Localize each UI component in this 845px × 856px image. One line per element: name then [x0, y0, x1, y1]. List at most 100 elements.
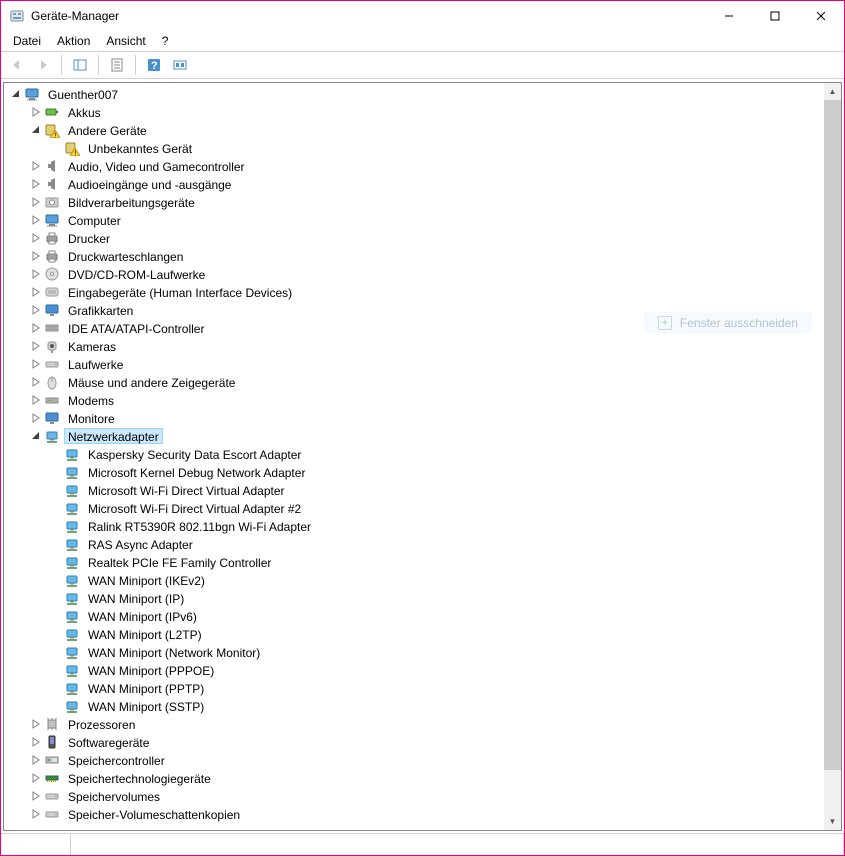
tree-item[interactable]: Audio, Video und Gamecontroller: [4, 157, 824, 175]
tree-item[interactable]: Kaspersky Security Data Escort Adapter: [4, 445, 824, 463]
tree-item[interactable]: Netzwerkadapter: [4, 427, 824, 445]
expand-arrow-icon[interactable]: [28, 356, 44, 372]
scroll-down-button[interactable]: ▼: [824, 813, 841, 830]
help-button[interactable]: ?: [142, 53, 166, 77]
expand-arrow-icon[interactable]: [28, 104, 44, 120]
back-button[interactable]: [5, 53, 29, 77]
expand-arrow-icon[interactable]: [28, 392, 44, 408]
tree-item-label[interactable]: Modems: [64, 392, 118, 408]
tree-item[interactable]: Unbekanntes Gerät: [4, 139, 824, 157]
tree-item-label[interactable]: Guenther007: [44, 86, 122, 102]
expand-arrow-icon[interactable]: [28, 320, 44, 336]
expand-arrow-icon[interactable]: [28, 230, 44, 246]
tree-item-label[interactable]: Eingabegeräte (Human Interface Devices): [64, 284, 296, 300]
forward-button[interactable]: [31, 53, 55, 77]
expand-arrow-icon[interactable]: [28, 212, 44, 228]
tree-item[interactable]: Andere Geräte: [4, 121, 824, 139]
tree-item-label[interactable]: Audio, Video und Gamecontroller: [64, 158, 249, 174]
tree-item-label[interactable]: WAN Miniport (L2TP): [84, 626, 206, 642]
tree-item-label[interactable]: Speicher-Volumeschattenkopien: [64, 806, 244, 822]
tree-item-label[interactable]: Kaspersky Security Data Escort Adapter: [84, 446, 305, 462]
expand-arrow-icon[interactable]: [28, 158, 44, 174]
tree-item-label[interactable]: Realtek PCIe FE Family Controller: [84, 554, 275, 570]
tree-item[interactable]: Microsoft Wi-Fi Direct Virtual Adapter: [4, 481, 824, 499]
show-hide-console-tree-button[interactable]: [68, 53, 92, 77]
tree-item-label[interactable]: Microsoft Wi-Fi Direct Virtual Adapter: [84, 482, 289, 498]
menu-view[interactable]: Ansicht: [98, 32, 153, 50]
tree-item[interactable]: Speichertechnologiegeräte: [4, 769, 824, 787]
expand-arrow-icon[interactable]: [28, 716, 44, 732]
expand-arrow-icon[interactable]: [28, 266, 44, 282]
menu-file[interactable]: Datei: [5, 32, 49, 50]
tree-item-label[interactable]: WAN Miniport (PPPOE): [84, 662, 218, 678]
tree-item[interactable]: RAS Async Adapter: [4, 535, 824, 553]
tree-item[interactable]: Druckwarteschlangen: [4, 247, 824, 265]
tree-item-label[interactable]: Druckwarteschlangen: [64, 248, 187, 264]
tree-item[interactable]: DVD/CD-ROM-Laufwerke: [4, 265, 824, 283]
expand-arrow-icon[interactable]: [28, 284, 44, 300]
tree-item[interactable]: Laufwerke: [4, 355, 824, 373]
tree-item[interactable]: WAN Miniport (IP): [4, 589, 824, 607]
tree-item-label[interactable]: Speichertechnologiegeräte: [64, 770, 215, 786]
tree-item-label[interactable]: WAN Miniport (Network Monitor): [84, 644, 264, 660]
tree-item[interactable]: Kameras: [4, 337, 824, 355]
tree-item-label[interactable]: Ralink RT5390R 802.11bgn Wi-Fi Adapter: [84, 518, 315, 534]
collapse-arrow-icon[interactable]: [8, 86, 24, 102]
tree-item[interactable]: Drucker: [4, 229, 824, 247]
tree-item-label[interactable]: WAN Miniport (SSTP): [84, 698, 208, 714]
tree-item[interactable]: Modems: [4, 391, 824, 409]
tree-item-label[interactable]: Kameras: [64, 338, 120, 354]
tree-item-label[interactable]: DVD/CD-ROM-Laufwerke: [64, 266, 209, 282]
expand-arrow-icon[interactable]: [28, 248, 44, 264]
tree-item-label[interactable]: Netzwerkadapter: [64, 428, 163, 444]
close-button[interactable]: [798, 1, 844, 31]
vertical-scrollbar[interactable]: ▲ ▼: [824, 83, 841, 830]
tree-item-label[interactable]: WAN Miniport (IKEv2): [84, 572, 209, 588]
tree-item-label[interactable]: RAS Async Adapter: [84, 536, 197, 552]
tree-item-label[interactable]: Andere Geräte: [64, 122, 151, 138]
expand-arrow-icon[interactable]: [28, 302, 44, 318]
scroll-track[interactable]: [824, 100, 841, 813]
tree-item-label[interactable]: Audioeingänge und -ausgänge: [64, 176, 235, 192]
tree-item-label[interactable]: Speichervolumes: [64, 788, 164, 804]
tree-item[interactable]: Speichercontroller: [4, 751, 824, 769]
tree-item-label[interactable]: Unbekanntes Gerät: [84, 140, 196, 156]
expand-arrow-icon[interactable]: [28, 806, 44, 822]
tree-item[interactable]: Eingabegeräte (Human Interface Devices): [4, 283, 824, 301]
tree-item-label[interactable]: WAN Miniport (IPv6): [84, 608, 201, 624]
tree-item-label[interactable]: Microsoft Wi-Fi Direct Virtual Adapter #…: [84, 500, 305, 516]
tree-item[interactable]: Bildverarbeitungsgeräte: [4, 193, 824, 211]
tree-item-label[interactable]: Laufwerke: [64, 356, 127, 372]
properties-button[interactable]: [105, 53, 129, 77]
expand-arrow-icon[interactable]: [28, 788, 44, 804]
tree-item-label[interactable]: Monitore: [64, 410, 119, 426]
tree-item[interactable]: Ralink RT5390R 802.11bgn Wi-Fi Adapter: [4, 517, 824, 535]
expand-arrow-icon[interactable]: [28, 770, 44, 786]
tree-item[interactable]: Speichervolumes: [4, 787, 824, 805]
tree-item[interactable]: Speicher-Volumeschattenkopien: [4, 805, 824, 823]
scroll-thumb[interactable]: [824, 100, 841, 770]
tree-item[interactable]: Computer: [4, 211, 824, 229]
tree-item-label[interactable]: WAN Miniport (PPTP): [84, 680, 208, 696]
tree-item-label[interactable]: Prozessoren: [64, 716, 139, 732]
expand-arrow-icon[interactable]: [28, 338, 44, 354]
expand-arrow-icon[interactable]: [28, 374, 44, 390]
menu-help[interactable]: ?: [154, 32, 177, 50]
tree-item[interactable]: Softwaregeräte: [4, 733, 824, 751]
scan-hardware-button[interactable]: [168, 53, 192, 77]
snip-overlay-hint[interactable]: + Fenster ausschneiden: [644, 312, 812, 334]
minimize-button[interactable]: [706, 1, 752, 31]
tree-item[interactable]: WAN Miniport (L2TP): [4, 625, 824, 643]
device-tree[interactable]: Guenther007AkkusAndere Geräte Unbekanntes…: [4, 83, 824, 830]
tree-item[interactable]: WAN Miniport (IKEv2): [4, 571, 824, 589]
tree-item[interactable]: Akkus: [4, 103, 824, 121]
tree-item[interactable]: Microsoft Wi-Fi Direct Virtual Adapter #…: [4, 499, 824, 517]
tree-item[interactable]: Audioeingänge und -ausgänge: [4, 175, 824, 193]
tree-item[interactable]: WAN Miniport (IPv6): [4, 607, 824, 625]
expand-arrow-icon[interactable]: [28, 194, 44, 210]
tree-item[interactable]: Microsoft Kernel Debug Network Adapter: [4, 463, 824, 481]
tree-item-label[interactable]: Microsoft Kernel Debug Network Adapter: [84, 464, 309, 480]
tree-item-label[interactable]: Grafikkarten: [64, 302, 137, 318]
collapse-arrow-icon[interactable]: [28, 122, 44, 138]
tree-item-label[interactable]: Speichercontroller: [64, 752, 169, 768]
